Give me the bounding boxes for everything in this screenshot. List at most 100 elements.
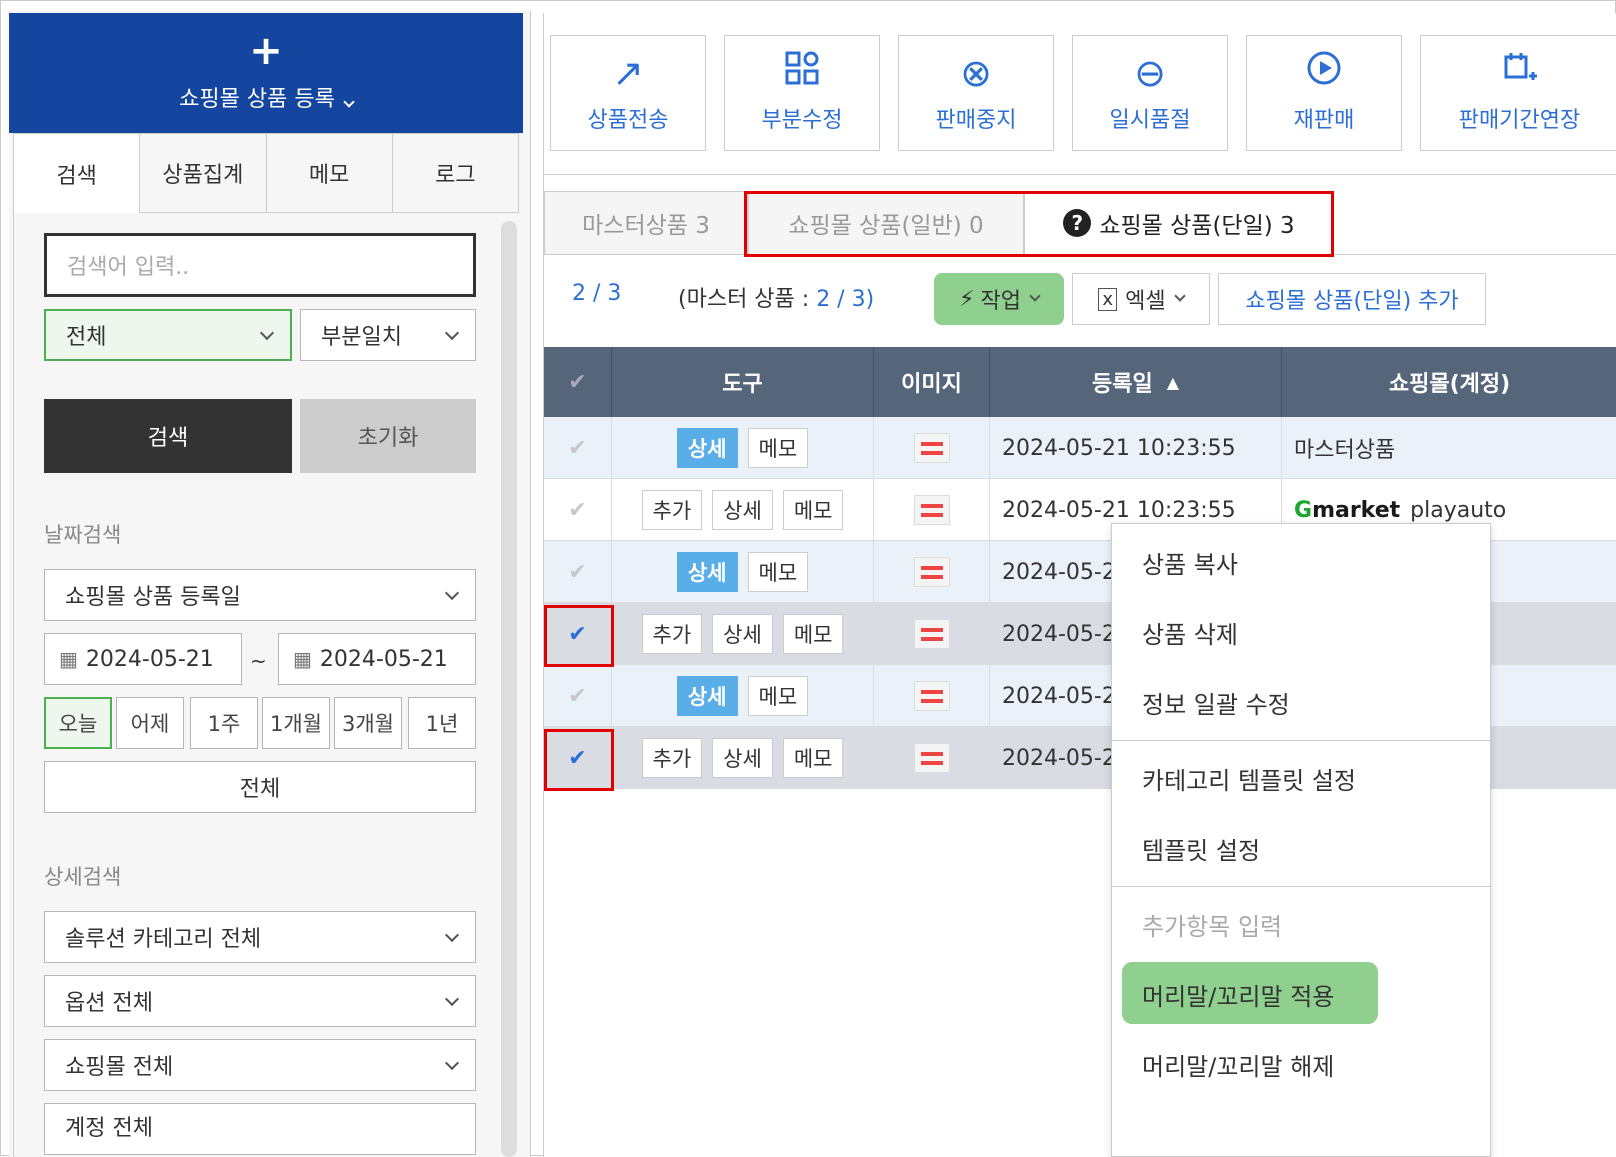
date-from-value: 2024-05-21 [85,646,214,672]
date-separator: ~ [250,649,267,673]
date-from-input[interactable]: ▦ 2024-05-21 [44,633,242,685]
product-thumbnail[interactable] [913,681,950,711]
register-product-button[interactable]: + 쇼핑몰 상품 등록 [9,13,523,133]
select-all-checkbox[interactable]: ✔ [544,347,612,417]
row-tools: 상세 메모 [612,541,874,603]
detail-button[interactable]: 상세 [712,490,773,530]
search-input[interactable]: 검색어 입력.. [44,233,476,297]
category-select[interactable]: 솔루션 카테고리 전체 [44,911,476,963]
memo-button[interactable]: 메모 [747,428,809,468]
menu-category-template[interactable]: 카테고리 템플릿 설정 [1112,746,1490,810]
mall-select[interactable]: 쇼핑몰 전체 [44,1039,476,1091]
action-toolbar: ↗ 상품전송 부분수정 ⊗ 판매중지 ⊖ 일시품절 재판매 판매기간연장 [544,13,1616,175]
memo-button[interactable]: 메모 [782,490,844,530]
detail-button[interactable]: 상세 [676,428,738,468]
product-thumbnail[interactable] [913,619,950,649]
chevron-down-icon [343,96,355,108]
calendar-plus-icon [1421,50,1616,96]
quick-date-1month[interactable]: 1개월 [262,697,330,749]
tab-summary[interactable]: 상품집계 [140,133,267,213]
header-mall: 쇼핑몰(계정) [1282,347,1616,417]
detail-button[interactable]: 상세 [712,738,773,778]
option-select[interactable]: 옵션 전체 [44,975,476,1027]
quick-date-today[interactable]: 오늘 [44,697,112,749]
quick-date-all[interactable]: 전체 [44,761,476,813]
menu-remove-header-footer[interactable]: 머리말/꼬리말 해제 [1112,1032,1490,1096]
add-button[interactable]: 추가 [641,490,703,530]
row-tools: 추가 상세 메모 [612,479,874,541]
grid-edit-icon [725,50,879,96]
date-type-select[interactable]: 쇼핑몰 상품 등록일 [44,569,476,621]
chevron-down-icon [444,927,460,943]
menu-apply-header-footer[interactable]: 머리말/꼬리말 적용 [1112,962,1490,1026]
header-date-label: 등록일 [1091,372,1153,397]
add-single-product-button[interactable]: 쇼핑몰 상품(단일) 추가 [1218,273,1486,325]
sold-out-button[interactable]: ⊖ 일시품절 [1072,35,1228,151]
account-select[interactable]: 계정 전체 [44,1103,476,1155]
memo-button[interactable]: 메모 [782,614,844,654]
search-button[interactable]: 검색 [44,399,292,473]
quick-date-3month[interactable]: 3개월 [334,697,402,749]
header-tools: 도구 [612,347,874,417]
add-button[interactable]: 추가 [641,738,703,778]
row-tools: 추가 상세 메모 [612,603,874,665]
product-thumbnail[interactable] [913,495,950,525]
stop-sale-button[interactable]: ⊗ 판매중지 [898,35,1054,151]
app-window: + 쇼핑몰 상품 등록 검색 상품집계 메모 로그 검색어 입력.. 전체 부분… [0,0,1616,1157]
row-tools: 상세 메모 [612,665,874,727]
scope-select[interactable]: 전체 [44,309,292,361]
extend-period-button[interactable]: 판매기간연장 [1420,35,1616,151]
tab-master-products[interactable]: 마스터상품 3 [544,191,748,255]
tab-log[interactable]: 로그 [392,133,519,213]
row-checkbox[interactable]: ✔ [544,665,612,727]
row-checkbox[interactable]: ✔ [544,479,612,541]
memo-button[interactable]: 메모 [747,676,809,716]
tab-search[interactable]: 검색 [13,133,141,213]
check-icon: ✔ [568,435,587,461]
add-button[interactable]: 추가 [641,614,703,654]
master-count: (마스터 상품 : 2 / 3) [678,281,874,313]
menu-copy-product[interactable]: 상품 복사 [1112,530,1490,594]
product-thumbnail[interactable] [913,557,950,587]
menu-delete-product[interactable]: 상품 삭제 [1112,600,1490,664]
menu-bulk-edit[interactable]: 정보 일괄 수정 [1112,670,1490,734]
memo-button[interactable]: 메모 [782,738,844,778]
sort-asc-icon: ▲ [1166,372,1180,392]
row-tools: 상세 메모 [612,417,874,479]
row-mall: 마스터상품 [1282,417,1616,479]
work-label: 작업 [980,289,1021,314]
table-row[interactable]: ✔ 상세 메모 2024-05-21 10:23:55 마스터상품 [544,417,1616,479]
menu-template-settings[interactable]: 템플릿 설정 [1112,816,1490,880]
match-select[interactable]: 부분일치 [300,309,476,361]
left-scrollbar[interactable] [501,221,517,1157]
resale-button[interactable]: 재판매 [1246,35,1402,151]
work-dropdown-button[interactable]: ⚡ 작업 [934,273,1064,325]
chevron-down-icon [1173,290,1186,302]
quick-date-yesterday[interactable]: 어제 [116,697,184,749]
excel-dropdown-button[interactable]: x 엑셀 [1072,273,1210,325]
reset-button[interactable]: 초기화 [300,399,476,473]
detail-button[interactable]: 상세 [676,552,738,592]
header-date[interactable]: 등록일 ▲ [990,347,1282,417]
memo-button[interactable]: 메모 [747,552,809,592]
row-image [874,479,990,541]
menu-divider [1112,886,1490,887]
detail-button[interactable]: 상세 [712,614,773,654]
detail-button[interactable]: 상세 [676,676,738,716]
send-product-button[interactable]: ↗ 상품전송 [550,35,706,151]
check-icon: ✔ [568,559,587,585]
date-to-input[interactable]: ▦ 2024-05-21 [278,633,476,685]
quick-date-1year[interactable]: 1년 [408,697,476,749]
tab-memo[interactable]: 메모 [266,133,393,213]
row-checkbox[interactable]: ✔ [544,541,612,603]
highlight-box [544,605,614,667]
product-thumbnail[interactable] [913,743,950,773]
row-image [874,603,990,665]
sold-out-label: 일시품절 [1109,108,1191,133]
selection-count: 2 / 3 [572,281,622,306]
quick-date-1week[interactable]: 1주 [190,697,258,749]
row-checkbox[interactable]: ✔ [544,417,612,479]
product-thumbnail[interactable] [913,433,950,463]
partial-edit-button[interactable]: 부분수정 [724,35,880,151]
left-panel: + 쇼핑몰 상품 등록 검색 상품집계 메모 로그 검색어 입력.. 전체 부분… [9,11,531,1157]
